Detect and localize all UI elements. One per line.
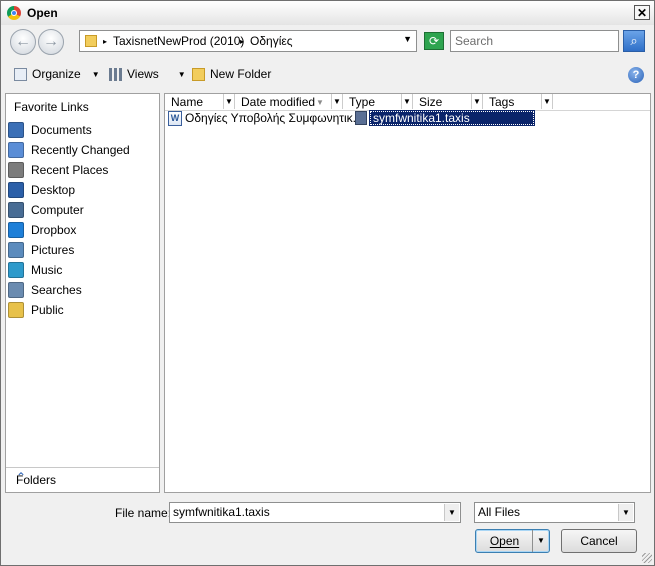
new-folder-label: New Folder [210, 67, 272, 81]
column-type[interactable]: Type [349, 95, 375, 109]
chevron-down-icon: ▼ [177, 69, 186, 79]
file-type-value: All Files [478, 505, 521, 519]
column-name[interactable]: Name [171, 95, 203, 109]
views-label: Views [127, 67, 159, 81]
sidebar-item-label: Recent Places [31, 163, 109, 177]
breadcrumb-separator[interactable]: ▸ [240, 37, 244, 46]
close-button[interactable]: ✕ [634, 5, 650, 20]
sidebar-item-label: Documents [31, 123, 92, 137]
breadcrumb-taxisnetnewprod[interactable]: TaxisnetNewProd (2010) [113, 34, 244, 48]
new-folder-icon [192, 67, 205, 81]
computer-icon [8, 202, 24, 218]
sidebar-item-label: Music [31, 263, 63, 277]
open-button[interactable]: Open ▼ [475, 529, 550, 553]
sidebar-item-desktop[interactable]: Desktop [6, 180, 159, 200]
file-name: Οδηγίες Υποβολής Συμφωνητικ... [185, 111, 363, 125]
address-dropdown-icon[interactable]: ▼ [403, 34, 412, 44]
sidebar-item-label: Desktop [31, 183, 76, 197]
window-title: Open [27, 6, 58, 20]
sidebar-item-recent-places[interactable]: Recent Places [6, 160, 159, 180]
favorite-links-heading: Favorite Links [14, 100, 89, 114]
desktop-icon [8, 182, 24, 198]
word-document-icon: W [168, 110, 182, 126]
search-icon[interactable]: ⌕ [623, 30, 645, 52]
recently-changed-icon [8, 142, 24, 158]
chevron-up-icon: ⌃ [16, 470, 27, 484]
open-split-dropdown-icon[interactable]: ▼ [532, 530, 549, 552]
file-item-odigies[interactable]: W Οδηγίες Υποβολής Συμφωνητικ... [168, 109, 363, 127]
cancel-button[interactable]: Cancel [561, 529, 637, 553]
searches-icon [8, 282, 24, 298]
chevron-down-icon: ▼ [91, 69, 100, 79]
dropbox-icon [8, 222, 24, 238]
favorite-links-list: Documents Recently Changed Recent Places De… [6, 120, 159, 320]
column-size[interactable]: Size [419, 95, 442, 109]
organize-label: Organize [32, 67, 81, 81]
sidebar-item-public[interactable]: Public [6, 300, 159, 320]
address-bar[interactable]: ▸ TaxisnetNewProd (2010) ▸ Οδηγίες ▼ [79, 30, 417, 52]
column-date-modified[interactable]: Date modified [241, 95, 315, 109]
file-name-label: File name: [115, 506, 172, 520]
column-size-dropdown[interactable]: ▼ [471, 94, 483, 109]
public-folder-icon [8, 302, 24, 318]
command-toolbar: Organize ▼ Views ▼ New Folder ? [1, 61, 654, 89]
folders-toggle[interactable]: Folders ⌃ [6, 467, 159, 492]
title-bar[interactable]: Open ✕ [1, 1, 654, 25]
pictures-icon [8, 242, 24, 258]
column-date-dropdown[interactable]: ▼ [331, 94, 343, 109]
new-folder-button[interactable]: New Folder [192, 67, 271, 81]
navigation-pane: Favorite Links Documents Recently Changed… [5, 93, 160, 493]
sort-indicator-icon: ▼ [316, 98, 324, 107]
open-dialog: Open ✕ ← → ▸ TaxisnetNewProd (2010) ▸ Οδ… [0, 0, 655, 566]
views-icon [109, 67, 122, 81]
sidebar-item-recently-changed[interactable]: Recently Changed [6, 140, 159, 160]
sidebar-item-dropbox[interactable]: Dropbox [6, 220, 159, 240]
refresh-button[interactable]: ⟳ [424, 32, 444, 50]
file-name-value: symfwnitika1.taxis [173, 505, 270, 519]
file-name-selected: symfwnitika1.taxis [369, 110, 535, 126]
chrome-app-icon [7, 6, 21, 20]
sidebar-item-label: Computer [31, 203, 84, 217]
chevron-down-icon[interactable]: ▼ [618, 504, 633, 521]
documents-icon [8, 122, 24, 138]
file-type-select[interactable]: All Files ▼ [474, 502, 635, 523]
search-input[interactable]: Search [450, 30, 619, 52]
column-tags[interactable]: Tags [489, 95, 514, 109]
sidebar-item-music[interactable]: Music [6, 260, 159, 280]
breadcrumb-separator[interactable]: ▸ [103, 37, 107, 46]
organize-button[interactable]: Organize ▼ [14, 67, 100, 81]
sidebar-item-label: Recently Changed [31, 143, 130, 157]
file-item-symfwnitika1[interactable]: symfwnitika1.taxis [355, 109, 535, 127]
dialog-footer: File name: symfwnitika1.taxis ▼ All File… [1, 497, 654, 565]
sidebar-item-pictures[interactable]: Pictures [6, 240, 159, 260]
help-icon[interactable]: ? [628, 67, 644, 83]
file-name-input[interactable]: symfwnitika1.taxis ▼ [169, 502, 461, 523]
chevron-down-icon[interactable]: ▼ [444, 504, 459, 521]
sidebar-item-documents[interactable]: Documents [6, 120, 159, 140]
views-button[interactable]: Views ▼ [109, 67, 186, 81]
folder-icon [85, 35, 97, 47]
sidebar-item-computer[interactable]: Computer [6, 200, 159, 220]
recent-places-icon [8, 162, 24, 178]
sidebar-item-label: Searches [31, 283, 82, 297]
taxis-file-icon [355, 111, 367, 125]
organize-icon [14, 67, 27, 81]
column-type-dropdown[interactable]: ▼ [401, 94, 413, 109]
navigation-bar: ← → ▸ TaxisnetNewProd (2010) ▸ Οδηγίες ▼… [1, 25, 654, 59]
music-icon [8, 262, 24, 278]
sidebar-item-label: Pictures [31, 243, 75, 257]
resize-grip[interactable] [642, 553, 652, 563]
file-list-pane: Name ▼ Date modified ▼ ▼ Type ▼ Size ▼ T… [164, 93, 651, 493]
forward-button[interactable]: → [38, 29, 64, 55]
column-tags-dropdown[interactable]: ▼ [541, 94, 553, 109]
column-name-dropdown[interactable]: ▼ [223, 94, 235, 109]
breadcrumb-odigies[interactable]: Οδηγίες [250, 34, 293, 48]
back-button[interactable]: ← [10, 29, 36, 55]
open-label: Open [489, 534, 520, 548]
sidebar-item-label: Dropbox [31, 223, 77, 237]
sidebar-item-searches[interactable]: Searches [6, 280, 159, 300]
sidebar-item-label: Public [31, 303, 64, 317]
